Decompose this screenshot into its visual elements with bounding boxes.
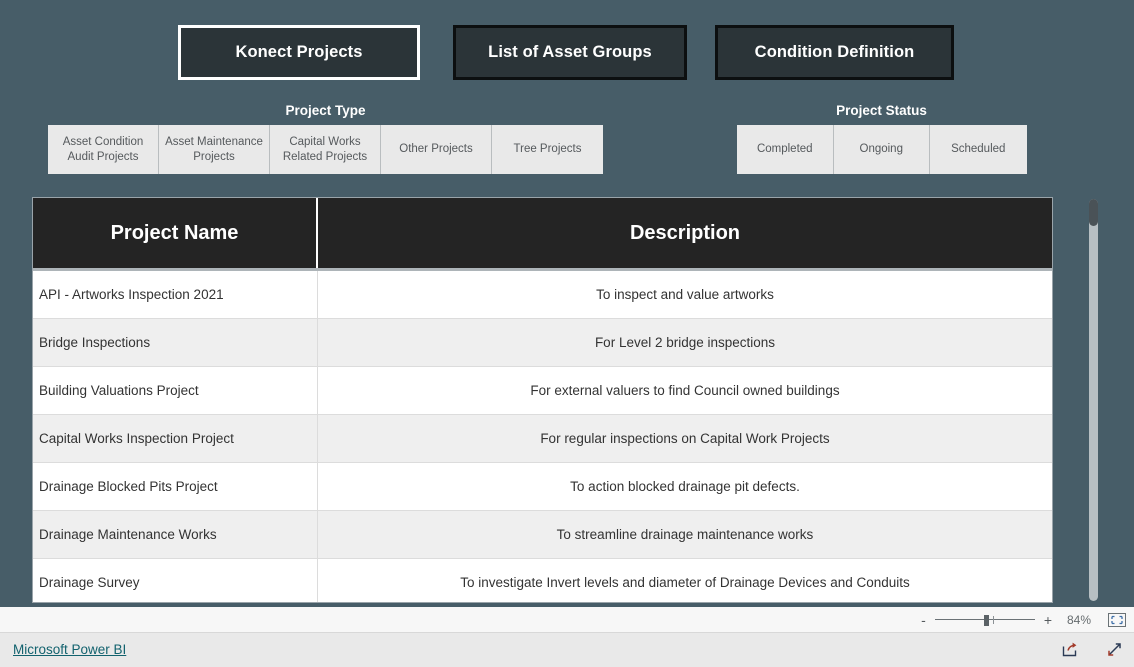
table-row[interactable]: Bridge Inspections For Level 2 bridge ins… (33, 319, 1052, 367)
slicer-project-status: Completed Ongoing Scheduled (737, 125, 1027, 174)
table-vertical-scrollbar[interactable] (1089, 199, 1098, 601)
slicer-tile-other-projects[interactable]: Other Projects (381, 125, 492, 174)
cell-project-name: Drainage Survey (33, 559, 318, 602)
share-icon[interactable] (1060, 640, 1079, 659)
zoom-in-button[interactable]: + (1044, 613, 1052, 627)
nav-button-label: Condition Definition (754, 43, 915, 61)
table-row[interactable]: Drainage Survey To investigate Invert lev… (33, 559, 1052, 602)
table-scrollbar-thumb[interactable] (1089, 199, 1098, 226)
cell-description: To inspect and value artworks (596, 287, 774, 302)
cell-description: For regular inspections on Capital Work … (540, 431, 830, 446)
footer-bar: Microsoft Power BI (0, 633, 1134, 667)
slicer-tile-scheduled[interactable]: Scheduled (930, 125, 1027, 174)
cell-project-name: Bridge Inspections (33, 319, 318, 366)
cell-description: To investigate Invert levels and diamete… (460, 575, 910, 590)
navigation-button-group: Konect Projects List of Asset Groups Con… (0, 0, 1134, 96)
table-row[interactable]: Drainage Maintenance Works To streamline … (33, 511, 1052, 559)
table-row[interactable]: Capital Works Inspection Project For regu… (33, 415, 1052, 463)
cell-description: For external valuers to find Council own… (530, 383, 840, 398)
projects-table: Project Name Description API - Artworks … (32, 197, 1053, 603)
cell-description: To streamline drainage maintenance works (556, 527, 814, 542)
nav-button-label: List of Asset Groups (488, 43, 652, 61)
cell-project-name: Capital Works Inspection Project (33, 415, 318, 462)
fit-to-page-icon[interactable] (1108, 612, 1126, 627)
microsoft-power-bi-link[interactable]: Microsoft Power BI (13, 642, 126, 657)
nav-button-condition-definition[interactable]: Condition Definition (715, 25, 954, 80)
slicer-project-type: Asset Condition Audit Projects Asset Mai… (48, 125, 603, 174)
column-header-project-name[interactable]: Project Name (33, 198, 318, 268)
zoom-slider-thumb[interactable] (983, 614, 989, 626)
footer-icons (1060, 640, 1124, 659)
slicer-tile-capital-works-related-projects[interactable]: Capital Works Related Projects (270, 125, 381, 174)
zoom-level-label: 84% (1066, 612, 1091, 627)
slicer-tile-asset-condition-audit-projects[interactable]: Asset Condition Audit Projects (48, 125, 159, 174)
cell-project-name: Drainage Blocked Pits Project (33, 463, 318, 510)
zoom-bar: - + 84% (0, 607, 1134, 633)
table-header-row: Project Name Description (33, 198, 1052, 271)
slicer-tile-completed[interactable]: Completed (737, 125, 834, 174)
zoom-controls: - + 84% (921, 607, 1126, 632)
nav-button-list-of-asset-groups[interactable]: List of Asset Groups (453, 25, 687, 80)
slicer-tile-asset-maintenance-projects[interactable]: Asset Maintenance Projects (159, 125, 270, 174)
slicer-tile-ongoing[interactable]: Ongoing (833, 125, 930, 174)
zoom-slider-tick (992, 615, 994, 624)
cell-project-name: API - Artworks Inspection 2021 (33, 271, 318, 318)
slicer-title-project-type: Project Type (285, 103, 366, 118)
nav-button-label: Konect Projects (235, 43, 363, 61)
slicer-title-project-status: Project Status (836, 103, 927, 118)
table-body: API - Artworks Inspection 2021 To inspect… (33, 271, 1052, 602)
cell-description: To action blocked drainage pit defects. (570, 479, 800, 494)
cell-project-name: Drainage Maintenance Works (33, 511, 318, 558)
table-row[interactable]: API - Artworks Inspection 2021 To inspect… (33, 271, 1052, 319)
zoom-slider[interactable] (934, 613, 1035, 627)
table-row[interactable]: Drainage Blocked Pits Project To action b… (33, 463, 1052, 511)
report-canvas: Konect Projects List of Asset Groups Con… (0, 0, 1134, 607)
nav-button-konect-projects[interactable]: Konect Projects (178, 25, 420, 80)
column-header-description[interactable]: Description (318, 198, 1052, 268)
cell-description: For Level 2 bridge inspections (594, 335, 776, 350)
slicer-tile-tree-projects[interactable]: Tree Projects (492, 125, 603, 174)
cell-project-name: Building Valuations Project (33, 367, 318, 414)
zoom-out-button[interactable]: - (921, 613, 926, 627)
table-row[interactable]: Building Valuations Project For external … (33, 367, 1052, 415)
fullscreen-icon[interactable] (1105, 640, 1124, 659)
